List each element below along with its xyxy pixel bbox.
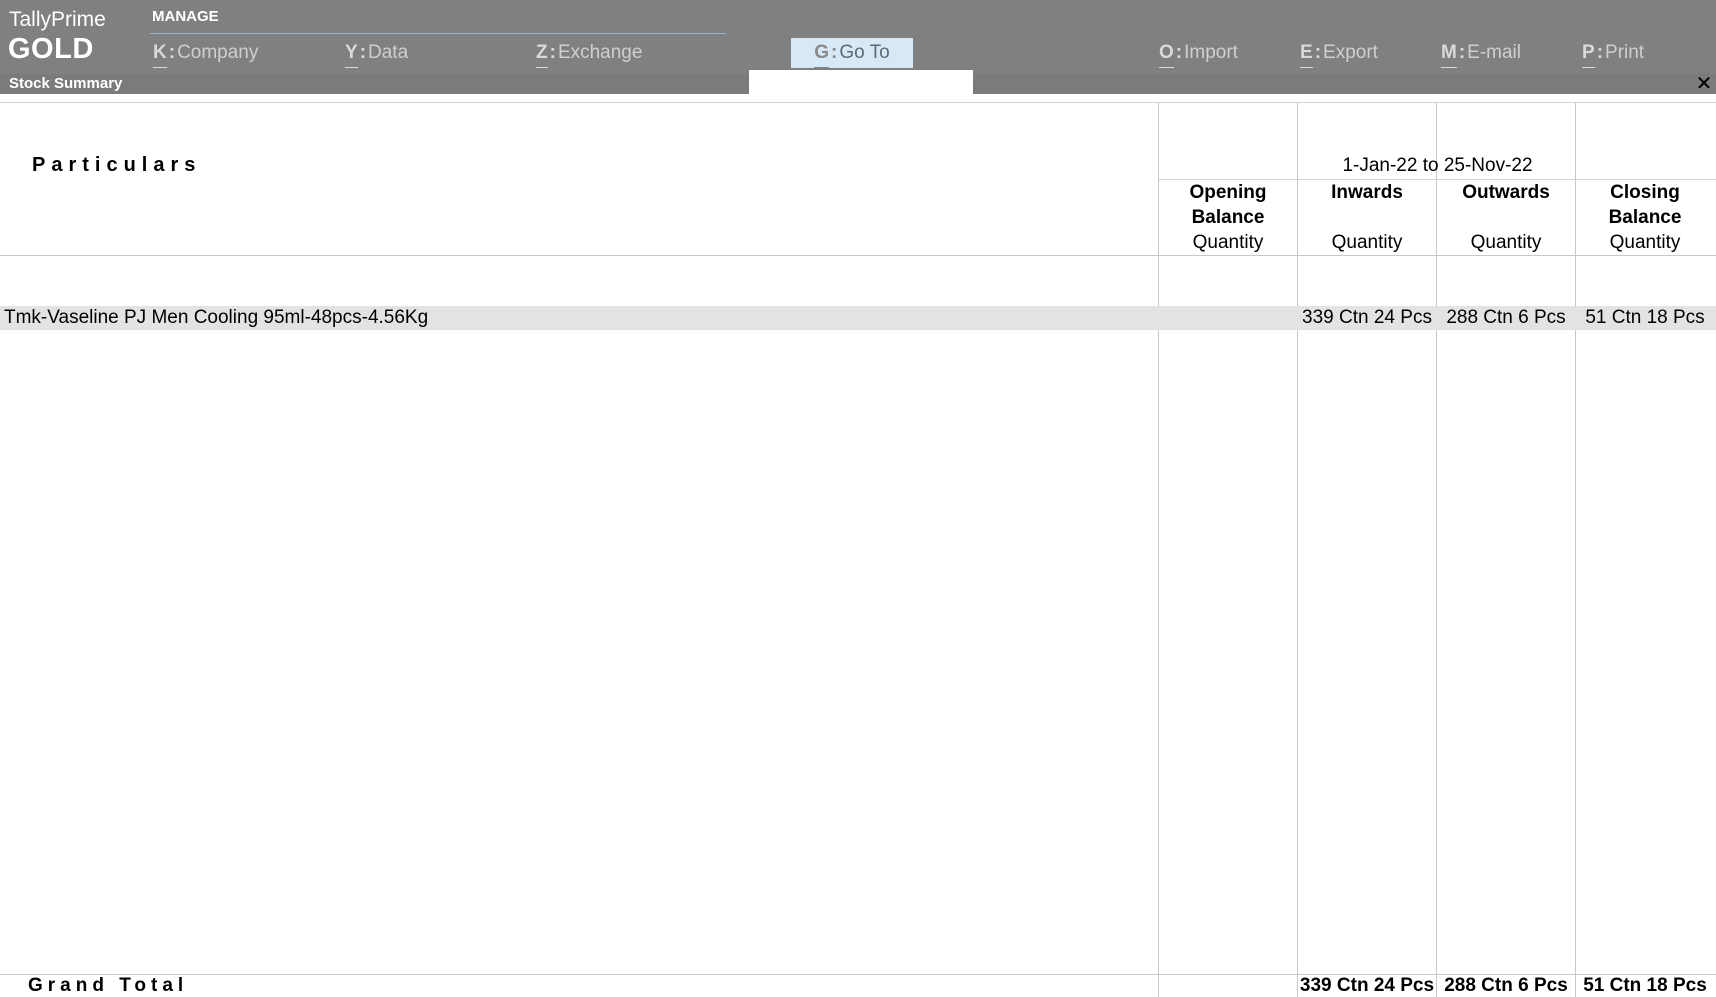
menu-import-key: O (1159, 42, 1174, 68)
column-header-line: Outwards (1462, 182, 1550, 203)
menu-export-key: E (1300, 42, 1313, 68)
close-icon: ✕ (1695, 72, 1713, 95)
column-header-opening: Opening Balance Quantity (1159, 180, 1297, 255)
outwards-cell: 288 Ctn 6 Pcs (1446, 307, 1566, 328)
menu-print-key: P (1582, 42, 1595, 68)
column-header-outwards: Outwards Quantity (1437, 180, 1575, 255)
menu-company-key: K (153, 42, 167, 68)
menu-goto-label: Go To (839, 42, 890, 63)
menu-data[interactable]: Y: Data (345, 42, 408, 68)
menu-import-label: Import (1184, 42, 1238, 63)
menu-email-key: M (1441, 42, 1457, 68)
menu-import[interactable]: O: Import (1159, 42, 1238, 68)
grand-total-inwards: 339 Ctn 24 Pcs (1299, 975, 1435, 996)
app-edition: GOLD (8, 33, 94, 65)
stock-item-name[interactable]: Tmk-Vaseline PJ Men Cooling 95ml-48pcs-4… (4, 306, 428, 330)
column-header-line: Opening (1189, 182, 1267, 203)
menu-company[interactable]: K: Company (153, 42, 258, 68)
menu-email[interactable]: M: E-mail (1441, 42, 1521, 68)
report-top-rule (0, 102, 1716, 103)
column-header-line: Balance (1608, 207, 1682, 228)
grand-total-outwards: 288 Ctn 6 Pcs (1444, 975, 1568, 996)
column-header-unit: Quantity (1192, 232, 1264, 253)
menu-print-label: Print (1605, 42, 1645, 63)
column-header-inwards: Inwards Quantity (1298, 180, 1436, 255)
menu-exchange-key: Z (536, 42, 548, 68)
menu-email-label: E-mail (1467, 42, 1521, 63)
menu-goto[interactable]: G: Go To (791, 38, 913, 68)
menu-export-label: Export (1323, 42, 1378, 63)
closing-cell: 51 Ctn 18 Pcs (1585, 307, 1705, 328)
column-header-line (1298, 205, 1436, 230)
inwards-cell: 339 Ctn 24 Pcs (1302, 307, 1432, 328)
menu-data-label: Data (368, 42, 409, 63)
menu-export[interactable]: E: Export (1300, 42, 1378, 68)
title-bar-gap (749, 70, 973, 94)
column-header-line: Closing (1610, 182, 1680, 203)
column-header-unit: Quantity (1470, 232, 1542, 253)
manage-section-title: MANAGE (152, 8, 219, 25)
menu-exchange[interactable]: Z: Exchange (536, 42, 642, 68)
manage-divider (150, 33, 726, 34)
column-header-unit: Quantity (1331, 232, 1403, 253)
grand-total-closing: 51 Ctn 18 Pcs (1583, 975, 1707, 996)
close-button[interactable]: ✕ (1694, 72, 1714, 95)
report-title: Stock Summary (9, 75, 123, 92)
column-header-line: Inwards (1331, 182, 1403, 203)
app-name: TallyPrime (9, 8, 106, 31)
column-header-unit: Quantity (1609, 232, 1681, 253)
menu-print[interactable]: P: Print (1582, 42, 1644, 68)
particulars-header: Particulars (32, 154, 202, 176)
menu-data-key: Y (345, 42, 358, 68)
column-header-line (1437, 205, 1575, 230)
period-header: 1-Jan-22 to 25-Nov-22 (1342, 155, 1533, 176)
menu-exchange-label: Exchange (557, 42, 643, 63)
column-header-closing: Closing Balance Quantity (1576, 180, 1714, 255)
grand-total-label: Grand Total (28, 975, 189, 996)
menu-company-label: Company (177, 42, 259, 63)
header-bottom-rule (0, 255, 1716, 256)
column-header-line: Balance (1191, 207, 1265, 228)
menu-goto-key: G (814, 42, 830, 68)
